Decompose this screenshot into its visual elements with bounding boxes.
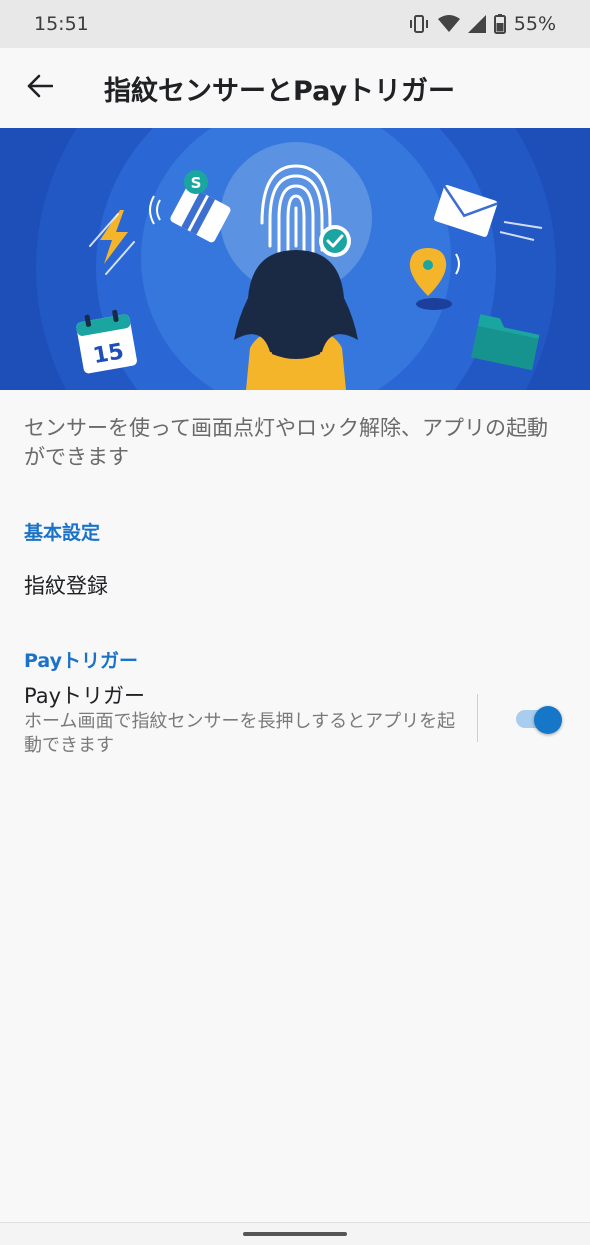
- battery-icon: [493, 14, 506, 34]
- svg-text:15: 15: [91, 339, 126, 369]
- battery-percent: 55%: [513, 13, 556, 35]
- navigation-bar: [0, 1222, 590, 1245]
- check-icon: [319, 225, 351, 257]
- signal-icon: [467, 15, 486, 33]
- hero-illustration: S 15: [0, 128, 590, 390]
- app-bar: 指紋センサーとPayトリガー: [0, 48, 590, 128]
- toggle-thumb: [534, 706, 562, 734]
- status-icons: 55%: [408, 13, 556, 35]
- section-header-pay: Payトリガー: [24, 650, 139, 672]
- pay-trigger-item[interactable]: Payトリガー ホーム画面で指紋センサーを長押しするとアプリを起動できます: [0, 676, 590, 768]
- section-header-basic: 基本設定: [24, 522, 101, 544]
- wifi-icon: [437, 15, 460, 33]
- page-title: 指紋センサーとPayトリガー: [104, 75, 456, 107]
- fingerprint-registration-item[interactable]: 指紋登録: [24, 570, 584, 610]
- pay-trigger-summary: ホーム画面で指紋センサーを長押しするとアプリを起動できます: [24, 711, 456, 756]
- home-gesture-handle[interactable]: [243, 1232, 347, 1236]
- vibrate-icon: [408, 14, 430, 34]
- status-bar: 15:51 55%: [0, 0, 590, 48]
- divider: [477, 694, 478, 742]
- pay-trigger-title: Payトリガー: [24, 684, 146, 708]
- status-time: 15:51: [34, 13, 89, 35]
- pay-trigger-toggle[interactable]: [514, 706, 562, 734]
- page-description: センサーを使って画面点灯やロック解除、アプリの起動ができます: [24, 416, 548, 469]
- back-arrow-icon: [27, 74, 54, 102]
- svg-text:S: S: [191, 174, 202, 192]
- back-button[interactable]: [0, 48, 80, 128]
